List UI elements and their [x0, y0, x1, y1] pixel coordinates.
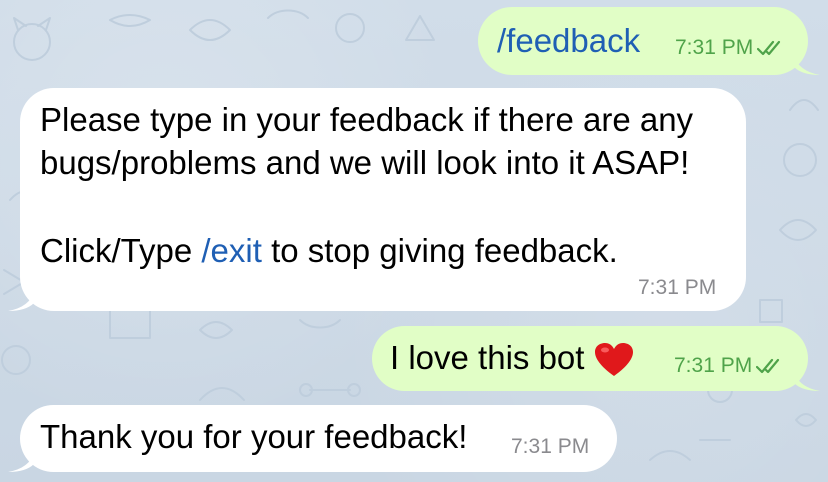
message-meta: 7:31 PM — [674, 354, 784, 378]
chat-history: /feedback 7:31 PM Please type in your fe… — [0, 0, 828, 482]
outgoing-message-bubble[interactable]: /feedback 7:31 PM — [478, 7, 820, 75]
message-text: I love this bot — [390, 336, 634, 380]
message-text-line: Please type in your feedback if there ar… — [40, 101, 694, 138]
double-check-icon — [757, 41, 781, 56]
message-text: Thank you for your feedback! — [40, 418, 468, 455]
message-time: 7:31 PM — [638, 276, 717, 299]
bubble-tail — [8, 291, 34, 311]
incoming-message-bubble[interactable]: Please type in your feedback if there ar… — [8, 88, 746, 311]
message-meta: 7:31 PM — [675, 36, 785, 60]
double-check-icon — [756, 359, 780, 374]
message-time: 7:31 PM — [675, 36, 754, 59]
message-time: 7:31 PM — [511, 435, 590, 458]
message-text-line: bugs/problems and we will look into it A… — [40, 144, 690, 181]
bubble-tail — [8, 452, 34, 472]
command-link[interactable]: /feedback — [497, 19, 640, 63]
message-text-segment: to stop giving feedback. — [261, 232, 618, 269]
bubble-tail — [794, 371, 820, 391]
message-time: 7:31 PM — [674, 354, 753, 377]
message-text-segment: Click/Type — [40, 232, 202, 269]
outgoing-message-bubble[interactable]: I love this bot 7:31 PM — [372, 326, 820, 391]
bubble-tail — [794, 55, 820, 75]
message-text-line: Click/Type /exit to stop giving feedback… — [40, 229, 618, 273]
incoming-message-bubble[interactable]: Thank you for your feedback! 7:31 PM — [8, 405, 617, 472]
red-heart-icon — [595, 343, 634, 377]
message-text-segment: I love this bot — [390, 339, 585, 376]
exit-command-link[interactable]: /exit — [201, 232, 262, 269]
